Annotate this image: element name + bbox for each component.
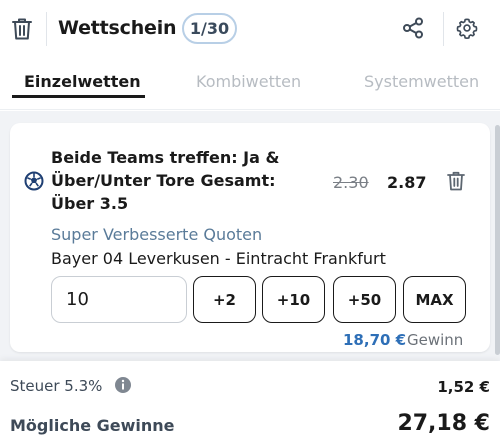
- tab-einzelwetten[interactable]: Einzelwetten: [24, 72, 141, 91]
- bet-market-name: Beide Teams treffen: Ja & Über/Unter Tor…: [51, 148, 280, 213]
- gear-icon[interactable]: [456, 17, 478, 39]
- scrollbar[interactable]: [495, 125, 500, 355]
- possible-winnings-label: Mögliche Gewinne: [10, 416, 175, 435]
- info-icon[interactable]: [114, 376, 132, 394]
- remove-selection-icon[interactable]: [446, 170, 466, 192]
- header-divider: [46, 12, 47, 46]
- old-odds: 2.30: [333, 173, 369, 192]
- boosted-odds: 2.87: [387, 173, 427, 192]
- promo-label: Super Verbesserte Quoten: [51, 225, 263, 244]
- football-icon: [24, 171, 44, 191]
- winnings-amount: 18,70 €: [343, 331, 407, 349]
- bet-card: Beide Teams treffen: Ja & Über/Unter Tor…: [10, 123, 490, 352]
- header-divider: [443, 12, 444, 46]
- match-name: Bayer 04 Leverkusen - Eintracht Frankfur…: [51, 249, 386, 268]
- bet-type-tabs: Einzelwetten Kombiwetten Systemwetten: [0, 58, 500, 110]
- tab-systemwetten[interactable]: Systemwetten: [364, 72, 479, 91]
- betslip-body: Beide Teams treffen: Ja & Über/Unter Tor…: [0, 111, 500, 361]
- betslip-summary: Steuer 5.3% 1,52 € Mögliche Gewinne 27,1…: [0, 361, 500, 447]
- share-icon[interactable]: [402, 17, 424, 39]
- possible-winnings-value: 27,18 €: [397, 411, 490, 436]
- quick-stake-plus-10-button[interactable]: +10: [262, 276, 325, 323]
- active-tab-indicator: [12, 95, 145, 98]
- tax-value: 1,52 €: [437, 378, 490, 396]
- max-stake-button[interactable]: MAX: [403, 276, 466, 323]
- tax-label: Steuer 5.3%: [10, 377, 103, 395]
- stake-input[interactable]: 10: [51, 276, 187, 323]
- betslip-header: Wettschein 1/30: [0, 0, 500, 58]
- quick-stake-plus-50-button[interactable]: +50: [333, 276, 396, 323]
- winnings-label: Gewinn: [407, 331, 464, 349]
- trash-icon[interactable]: [10, 16, 34, 42]
- page-title: Wettschein: [58, 17, 177, 39]
- selection-count-badge: 1/30: [182, 13, 237, 44]
- tab-kombiwetten[interactable]: Kombiwetten: [196, 72, 301, 91]
- quick-stake-plus-2-button[interactable]: +2: [193, 276, 256, 323]
